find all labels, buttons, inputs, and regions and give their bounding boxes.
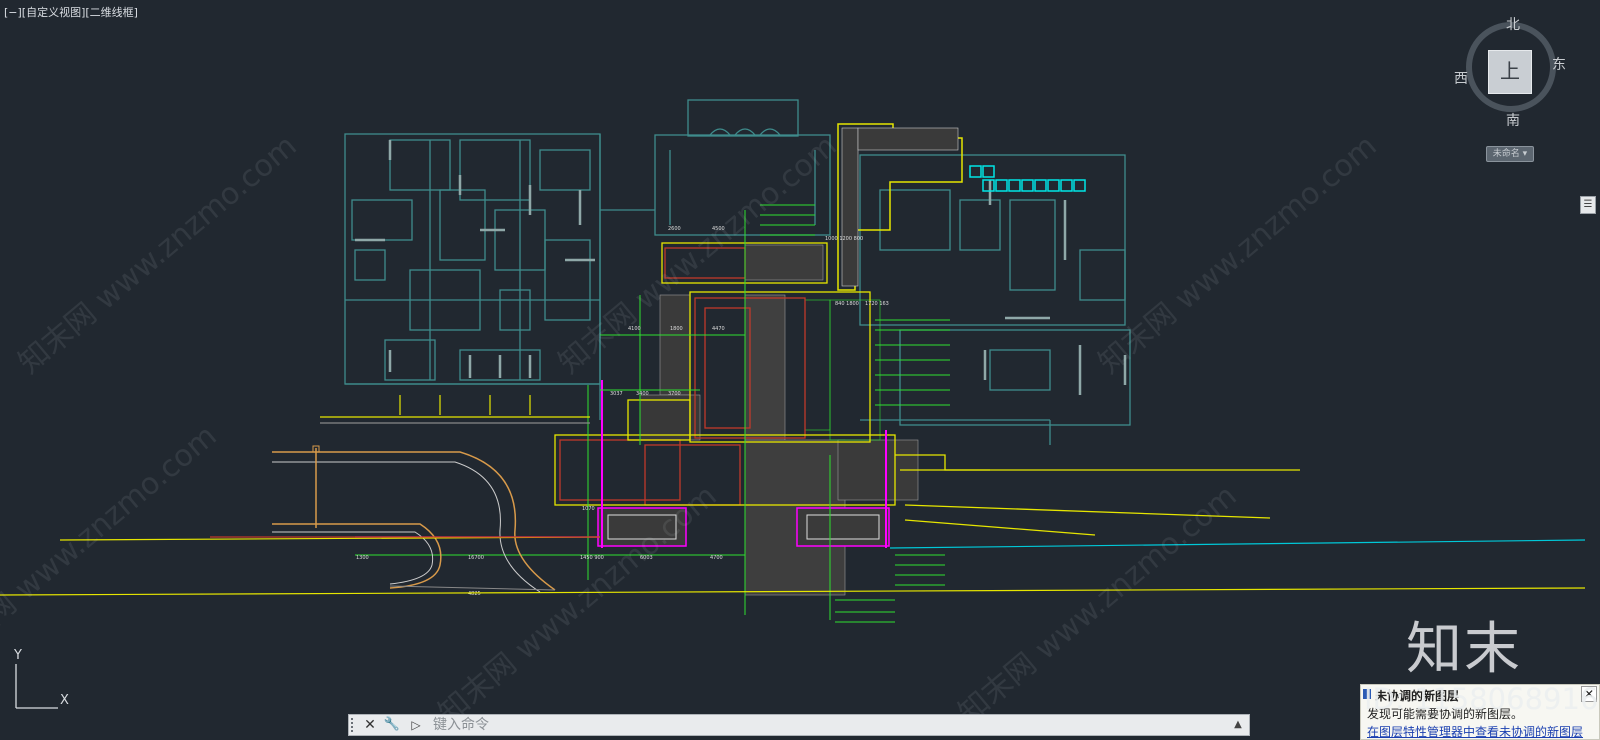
svg-text:4825: 4825 xyxy=(468,591,481,597)
wrench-icon[interactable]: 🔧 xyxy=(383,716,401,734)
close-icon[interactable]: ✕ xyxy=(361,716,379,734)
navigation-bar-icon[interactable]: ☰ xyxy=(1580,196,1596,214)
notification-link[interactable]: 在图层特性管理器中查看未协调的新图层 xyxy=(1367,723,1583,739)
road-curves xyxy=(272,445,556,593)
hatch-strip-top xyxy=(841,127,859,287)
viewcube-east[interactable]: 东 xyxy=(1552,54,1566,74)
svg-text:4100: 4100 xyxy=(628,326,641,332)
svg-text:1070: 1070 xyxy=(582,506,595,512)
svg-text:4500: 4500 xyxy=(712,226,725,232)
svg-text:16700: 16700 xyxy=(468,555,484,561)
drag-handle-icon[interactable] xyxy=(351,718,359,732)
svg-text:3400: 3400 xyxy=(636,391,649,397)
viewcube-north[interactable]: 北 xyxy=(1506,14,1520,34)
command-prompt-icon[interactable]: ▷ xyxy=(407,716,425,734)
ucs-x-label: X xyxy=(60,693,69,708)
svg-text:2600: 2600 xyxy=(668,226,681,232)
ucs-menu-button[interactable]: 未命名 ▾ xyxy=(1486,146,1534,162)
svg-text:1000 1200 800: 1000 1200 800 xyxy=(825,236,863,242)
ucs-axes xyxy=(15,664,58,709)
svg-text:840 1800: 840 1800 xyxy=(835,301,859,307)
watermark-id: ID: 1158068916 xyxy=(1364,682,1599,716)
svg-text:1450 900: 1450 900 xyxy=(580,555,604,561)
building-right-plan xyxy=(859,154,1131,445)
svg-text:3700: 3700 xyxy=(668,391,681,397)
viewcube-top-face[interactable]: 上 xyxy=(1488,50,1532,94)
viewcube[interactable]: 北 南 东 西 上 xyxy=(1454,14,1572,144)
svg-text:1720 163: 1720 163 xyxy=(865,301,889,307)
svg-text:1300: 1300 xyxy=(356,555,369,561)
brand-watermark: 知末 xyxy=(1406,617,1522,682)
chevron-up-icon[interactable]: ▲ xyxy=(1229,716,1247,734)
parking-boxes xyxy=(969,165,1086,192)
viewcube-west[interactable]: 西 xyxy=(1454,68,1468,88)
svg-text:4700: 4700 xyxy=(710,555,723,561)
svg-text:6003: 6003 xyxy=(640,555,653,561)
ucs-y-label: Y xyxy=(14,648,22,663)
cad-drawing-canvas[interactable]: 2600 4500 1000 1200 800 4100 1800 4470 3037… xyxy=(0,0,1600,740)
chevron-down-icon: ▾ xyxy=(1522,149,1528,159)
svg-text:4470: 4470 xyxy=(712,326,725,332)
svg-text:3037: 3037 xyxy=(610,391,623,397)
command-line[interactable]: ✕ 🔧 ▷ ▲ xyxy=(348,714,1250,736)
viewcube-south[interactable]: 南 xyxy=(1506,110,1520,130)
ucs-name-label: 未命名 xyxy=(1492,149,1520,159)
plaza-grid-green xyxy=(804,299,881,441)
hatch-strip-top-b xyxy=(857,127,959,151)
command-input[interactable] xyxy=(429,716,1137,734)
viewport-controls-label[interactable]: [−][自定义视图][二维线框] xyxy=(4,4,138,20)
svg-text:1800: 1800 xyxy=(670,326,683,332)
building-left-walls xyxy=(355,140,595,378)
